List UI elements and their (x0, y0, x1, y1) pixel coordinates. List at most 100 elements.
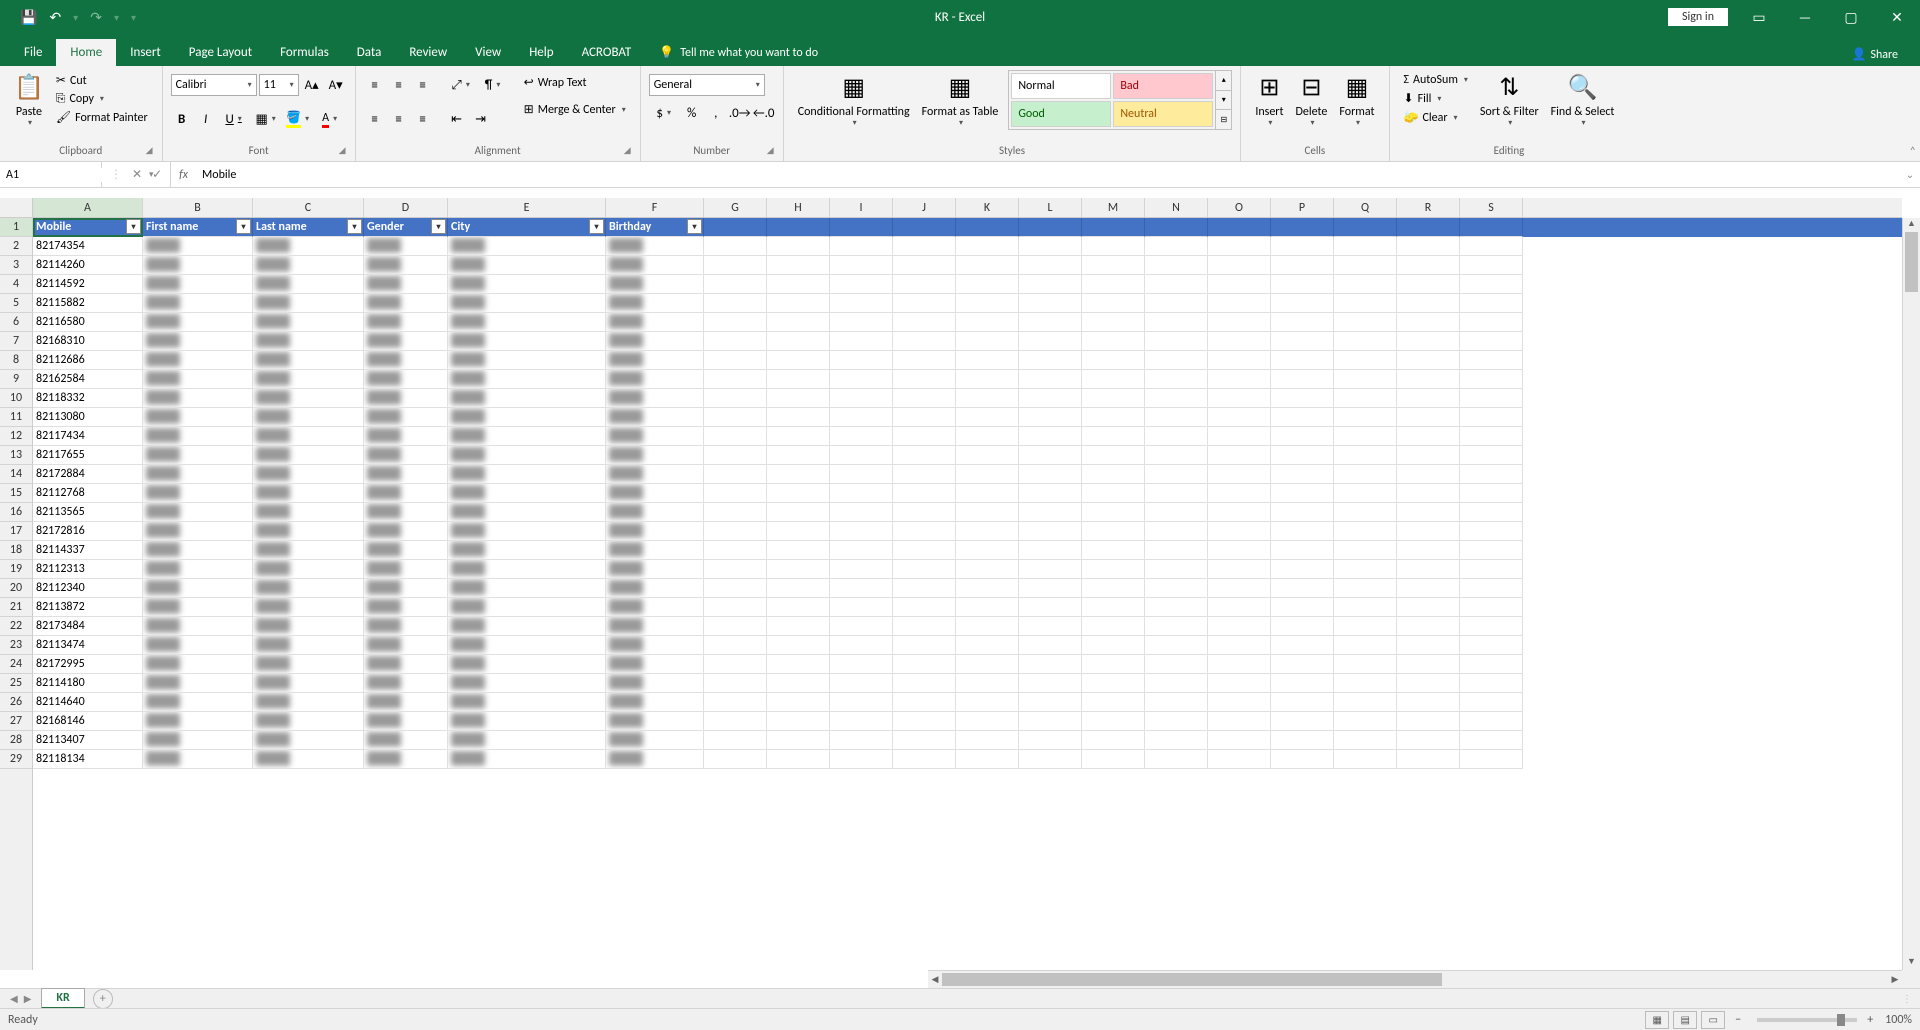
sheet-tab-active[interactable]: KR (41, 988, 84, 1009)
data-cell[interactable]: ████ (253, 313, 364, 332)
data-cell[interactable]: ████ (253, 731, 364, 750)
data-cell[interactable] (893, 693, 956, 712)
data-cell[interactable]: ████ (606, 636, 704, 655)
data-cell[interactable]: 82162584 (33, 370, 143, 389)
data-cell[interactable]: ████ (448, 351, 606, 370)
data-cell[interactable]: ████ (448, 446, 606, 465)
data-cell[interactable] (893, 351, 956, 370)
data-cell[interactable] (830, 655, 893, 674)
row-header-10[interactable]: 10 (0, 389, 32, 408)
data-cell[interactable] (704, 408, 767, 427)
data-cell[interactable]: ████ (606, 294, 704, 313)
data-cell[interactable] (893, 446, 956, 465)
zoom-out-icon[interactable]: − (1735, 1013, 1741, 1027)
data-cell[interactable] (956, 693, 1019, 712)
data-cell[interactable]: ████ (364, 351, 448, 370)
decrease-font-icon[interactable]: A▾ (325, 74, 347, 96)
data-cell[interactable] (767, 370, 830, 389)
data-cell[interactable] (893, 541, 956, 560)
data-cell[interactable] (767, 427, 830, 446)
formula-input[interactable] (196, 162, 1900, 187)
data-cell[interactable] (1145, 427, 1208, 446)
data-cell[interactable] (1271, 427, 1334, 446)
clear-button[interactable]: 🧽Clear▾ (1402, 109, 1470, 126)
data-cell[interactable] (1019, 503, 1082, 522)
data-cell[interactable]: ████ (448, 484, 606, 503)
data-cell[interactable] (1145, 237, 1208, 256)
data-cell[interactable] (767, 693, 830, 712)
data-cell[interactable] (1271, 446, 1334, 465)
data-cell[interactable] (1460, 522, 1523, 541)
row-header-7[interactable]: 7 (0, 332, 32, 351)
data-cell[interactable]: 82172884 (33, 465, 143, 484)
data-cell[interactable] (893, 560, 956, 579)
data-cell[interactable] (1145, 636, 1208, 655)
data-cell[interactable] (830, 617, 893, 636)
data-cell[interactable] (1397, 294, 1460, 313)
header-cell[interactable]: Birthday▾ (606, 218, 704, 237)
wrap-text-button[interactable]: ↩Wrap Text (522, 74, 628, 91)
data-cell[interactable] (704, 370, 767, 389)
data-cell[interactable] (1271, 560, 1334, 579)
data-cell[interactable]: ████ (253, 370, 364, 389)
data-cell[interactable] (1208, 313, 1271, 332)
data-cell[interactable] (704, 446, 767, 465)
data-cell[interactable] (1397, 674, 1460, 693)
maximize-icon[interactable]: ▢ (1828, 0, 1874, 34)
row-header-19[interactable]: 19 (0, 560, 32, 579)
percent-format-button[interactable]: % (681, 102, 703, 124)
data-cell[interactable] (1334, 522, 1397, 541)
data-cell[interactable] (1019, 750, 1082, 769)
data-cell[interactable] (767, 332, 830, 351)
data-cell[interactable] (1019, 370, 1082, 389)
data-cell[interactable] (1019, 446, 1082, 465)
data-cell[interactable] (1271, 294, 1334, 313)
data-cell[interactable] (767, 313, 830, 332)
data-cell[interactable] (1019, 522, 1082, 541)
data-cell[interactable] (1397, 446, 1460, 465)
align-left-icon[interactable]: ≡ (364, 108, 386, 130)
data-cell[interactable]: ████ (448, 408, 606, 427)
data-cell[interactable]: ████ (606, 731, 704, 750)
data-cell[interactable] (1145, 731, 1208, 750)
col-header-P[interactable]: P (1271, 198, 1334, 217)
data-cell[interactable] (1397, 560, 1460, 579)
data-cell[interactable]: ████ (253, 655, 364, 674)
data-cell[interactable] (1019, 693, 1082, 712)
data-cell[interactable] (830, 750, 893, 769)
style-neutral[interactable]: Neutral (1113, 101, 1213, 127)
data-cell[interactable] (704, 484, 767, 503)
data-cell[interactable] (704, 237, 767, 256)
data-cell[interactable]: ████ (253, 237, 364, 256)
data-cell[interactable] (1208, 655, 1271, 674)
data-cell[interactable] (767, 598, 830, 617)
data-cell[interactable] (1460, 750, 1523, 769)
data-cell[interactable] (767, 256, 830, 275)
data-cell[interactable] (1271, 750, 1334, 769)
data-cell[interactable] (704, 389, 767, 408)
data-cell[interactable]: ████ (448, 617, 606, 636)
data-cell[interactable] (1334, 731, 1397, 750)
qat-customize[interactable]: ▾ (131, 11, 136, 24)
data-cell[interactable]: 82174354 (33, 237, 143, 256)
data-cell[interactable]: ████ (253, 636, 364, 655)
data-cell[interactable] (830, 237, 893, 256)
data-cell[interactable]: ████ (364, 598, 448, 617)
data-cell[interactable] (1145, 522, 1208, 541)
data-cell[interactable]: ████ (606, 275, 704, 294)
data-cell[interactable] (830, 389, 893, 408)
data-cell[interactable] (1397, 256, 1460, 275)
data-cell[interactable] (1271, 731, 1334, 750)
data-cell[interactable]: ████ (448, 313, 606, 332)
border-button[interactable]: ▦▾ (251, 108, 281, 130)
sheet-split-handle[interactable]: ⋮ (1902, 992, 1912, 1005)
align-top-icon[interactable]: ≡ (364, 74, 386, 96)
data-cell[interactable] (704, 598, 767, 617)
find-select-button[interactable]: 🔍Find & Select▾ (1545, 70, 1621, 133)
data-cell[interactable] (1271, 522, 1334, 541)
text-direction-button[interactable]: ¶▾ (478, 74, 508, 96)
data-cell[interactable] (1397, 598, 1460, 617)
undo-icon[interactable]: ↶ (49, 9, 61, 26)
data-cell[interactable]: ████ (364, 712, 448, 731)
data-cell[interactable] (1019, 237, 1082, 256)
